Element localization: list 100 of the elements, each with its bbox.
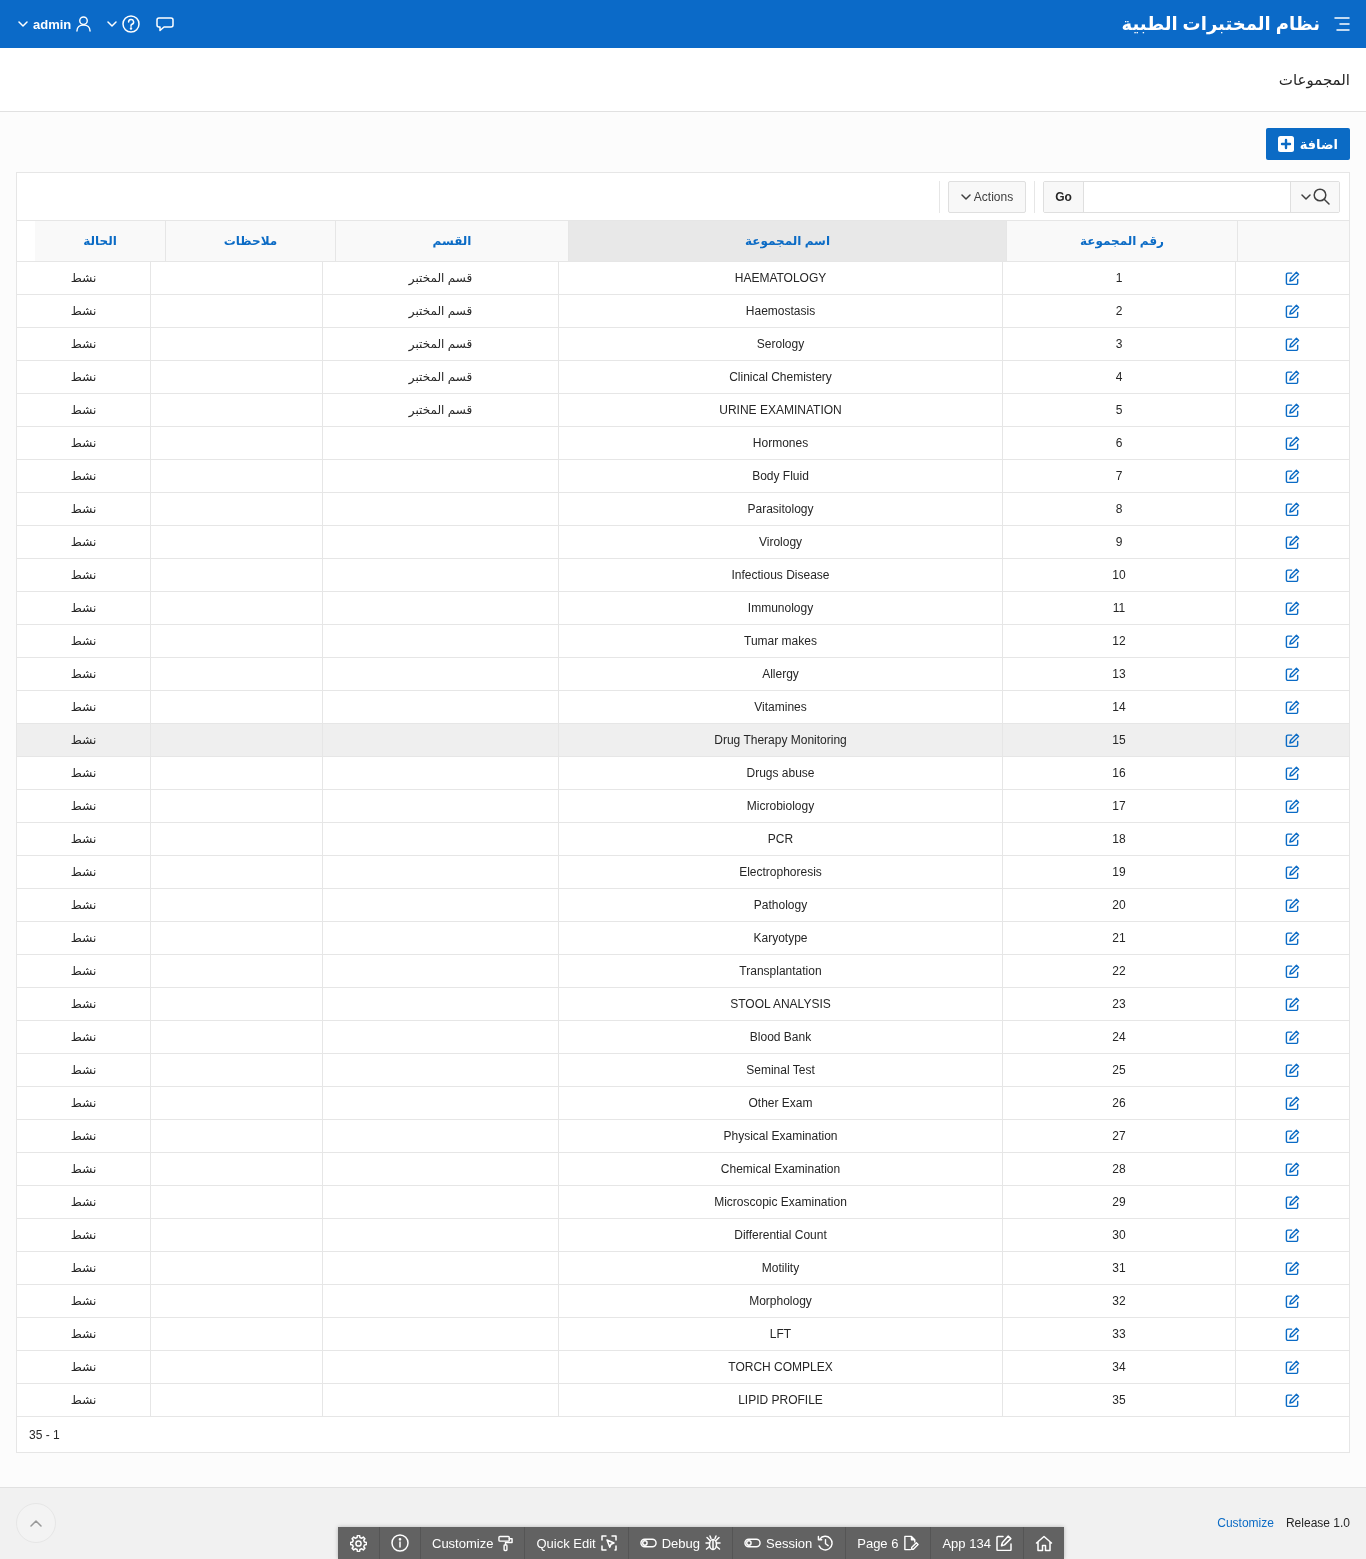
table-cell-text: نشط <box>69 600 98 617</box>
edit-button[interactable] <box>1283 1258 1302 1278</box>
home-button[interactable] <box>1022 1527 1064 1559</box>
actions-button[interactable]: Actions <box>948 180 1026 213</box>
edit-button[interactable] <box>1283 301 1302 321</box>
edit-button[interactable] <box>1283 268 1302 288</box>
search-field[interactable] <box>1083 181 1291 212</box>
edit-button[interactable] <box>1283 895 1302 915</box>
table-cell: Body Fluid <box>558 460 1002 492</box>
app-button[interactable]: App 134 <box>930 1527 1023 1559</box>
table-cell: 10 <box>1002 559 1235 591</box>
debug-button[interactable]: Debug <box>627 1527 732 1559</box>
edit-button[interactable] <box>1283 433 1302 453</box>
session-button[interactable]: Session <box>732 1527 846 1559</box>
table-cell: Parasitology <box>558 493 1002 525</box>
caret-icon <box>960 193 971 200</box>
edit-button[interactable] <box>1283 862 1302 882</box>
edit-button[interactable] <box>1283 796 1302 816</box>
table-cell: HAEMATOLOGY <box>558 262 1002 294</box>
table-cell: Microbiology <box>558 790 1002 822</box>
paint-roller-icon <box>498 1534 514 1552</box>
table-cell: 21 <box>1002 922 1235 954</box>
edit-button[interactable] <box>1283 367 1302 387</box>
edit-icon <box>1285 963 1300 979</box>
edit-button[interactable] <box>1283 730 1302 750</box>
edit-icon <box>1285 600 1300 616</box>
table-cell: 22 <box>1002 955 1235 987</box>
edit-icon <box>1285 567 1300 583</box>
column-header[interactable]: الحالة <box>35 221 165 261</box>
edit-button[interactable] <box>1283 1324 1302 1344</box>
edit-button[interactable] <box>1283 1159 1302 1179</box>
table-cell: Blood Bank <box>558 1021 1002 1053</box>
table-cell: Tumar makes <box>558 625 1002 657</box>
edit-icon <box>1285 1359 1300 1375</box>
table-cell-text: نشط <box>69 468 98 485</box>
customize-link[interactable]: Customize <box>1217 1516 1274 1530</box>
caret-icon <box>30 1519 42 1527</box>
table-cell: 2 <box>1002 295 1235 327</box>
edit-button[interactable] <box>1283 1027 1302 1047</box>
edit-button[interactable] <box>1283 400 1302 420</box>
column-header[interactable]: ملاحظات <box>165 221 335 261</box>
table-cell: 6 <box>1002 427 1235 459</box>
table-cell: Infectious Disease <box>558 559 1002 591</box>
edit-button[interactable] <box>1283 598 1302 618</box>
edit-icon <box>1285 633 1300 649</box>
page-button[interactable]: Page 6 <box>845 1527 931 1559</box>
edit-icon <box>1285 1095 1300 1111</box>
column-header[interactable]: اسم المجموعة <box>568 221 1006 261</box>
table-cell-text: نشط <box>69 1161 98 1178</box>
table-cell-text: نشط <box>69 1062 98 1079</box>
settings-button[interactable] <box>338 1527 379 1559</box>
table-cell-text: نشط <box>69 864 98 881</box>
edit-button[interactable] <box>1283 1291 1302 1311</box>
edit-button[interactable] <box>1283 499 1302 519</box>
edit-icon <box>1285 699 1300 715</box>
home-icon <box>1034 1534 1053 1552</box>
table-cell: Morphology <box>558 1285 1002 1317</box>
info-button[interactable] <box>379 1527 420 1559</box>
edit-button[interactable] <box>1283 466 1302 486</box>
edit-button[interactable] <box>1283 565 1302 585</box>
table-cell: Haemostasis <box>558 295 1002 327</box>
table-cell-text: نشط <box>69 1359 98 1376</box>
table-cell: 29 <box>1002 1186 1235 1218</box>
column-header[interactable]: رقم المجموعة <box>1006 221 1237 261</box>
edit-button[interactable] <box>1283 1357 1302 1377</box>
table-cell: قسم المختبر <box>322 394 558 426</box>
edit-icon <box>1285 996 1300 1012</box>
edit-button[interactable] <box>1283 334 1302 354</box>
table-cell: 26 <box>1002 1087 1235 1119</box>
edit-icon <box>1285 435 1300 451</box>
column-header[interactable]: القسم <box>335 221 568 261</box>
edit-button[interactable] <box>1283 763 1302 783</box>
edit-button[interactable] <box>1283 1060 1302 1080</box>
edit-button[interactable] <box>1283 1192 1302 1212</box>
edit-button[interactable] <box>1283 829 1302 849</box>
table-cell: 9 <box>1002 526 1235 558</box>
user-menu-button[interactable]: admin <box>18 12 92 36</box>
edit-button[interactable] <box>1283 1093 1302 1113</box>
edit-button[interactable] <box>1283 631 1302 651</box>
table-cell: 35 <box>1002 1384 1235 1416</box>
edit-icon <box>1285 666 1300 682</box>
edit-button[interactable] <box>1283 532 1302 552</box>
table-cell-text: نشط <box>69 996 98 1013</box>
add-button[interactable]: اضافة <box>1265 128 1350 160</box>
edit-button[interactable] <box>1283 1390 1302 1410</box>
edit-button[interactable] <box>1283 697 1302 717</box>
edit-icon <box>1285 1161 1300 1177</box>
table-cell: 24 <box>1002 1021 1235 1053</box>
customize-button[interactable]: Customize <box>420 1527 525 1559</box>
edit-button[interactable] <box>1283 1126 1302 1146</box>
edit-button[interactable] <box>1283 1225 1302 1245</box>
table-cell: Immunology <box>558 592 1002 624</box>
table-cell-text: نشط <box>69 435 98 452</box>
edit-button[interactable] <box>1283 994 1302 1014</box>
table-cell: Microscopic Examination <box>558 1186 1002 1218</box>
edit-button[interactable] <box>1283 664 1302 684</box>
table-cell: Allergy <box>558 658 1002 690</box>
edit-button[interactable] <box>1283 961 1302 981</box>
edit-button[interactable] <box>1283 928 1302 948</box>
quick-edit-button[interactable]: Quick Edit <box>524 1527 628 1559</box>
